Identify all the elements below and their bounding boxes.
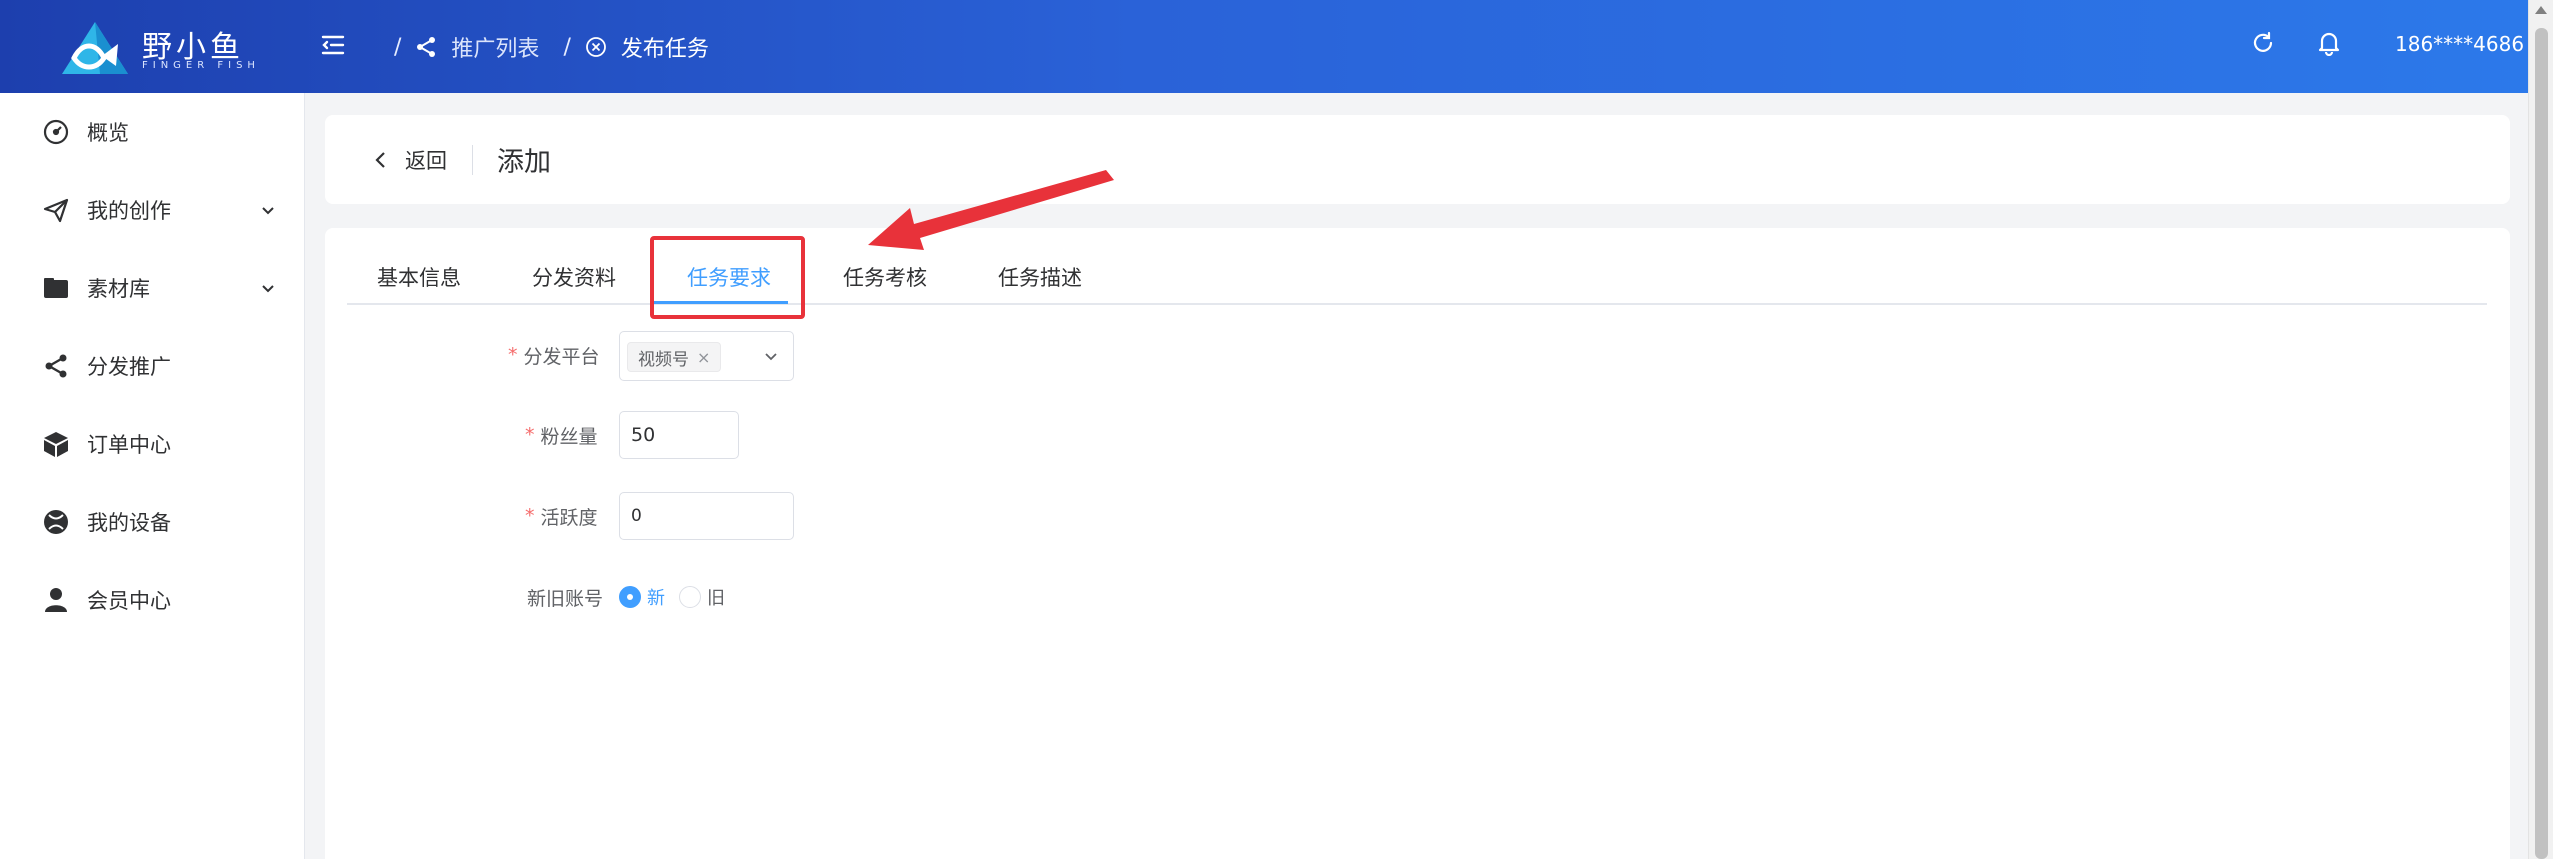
page-scrollbar[interactable] xyxy=(2528,0,2553,859)
sidebar-item-label: 概览 xyxy=(87,121,129,145)
menu-fold-icon[interactable] xyxy=(320,32,350,62)
close-circle-icon xyxy=(585,37,606,57)
fans-input[interactable]: 50 xyxy=(619,411,739,459)
field-label: 分发平台 xyxy=(523,345,600,368)
tab-distribution-material[interactable]: 分发资料 xyxy=(532,262,616,292)
radio-dot xyxy=(619,586,641,608)
back-label: 返回 xyxy=(405,149,447,173)
send-icon xyxy=(43,198,69,223)
chevron-down-icon xyxy=(262,207,274,215)
form-row-account-age: 新旧账号 新 旧 xyxy=(325,573,1525,629)
sidebar-item-label: 我的设备 xyxy=(87,511,171,535)
folder-icon xyxy=(44,278,68,298)
breadcrumb-publish-task[interactable]: 发布任务 xyxy=(585,31,709,63)
field-label: 新旧账号 xyxy=(527,587,604,610)
tab-basic-info[interactable]: 基本信息 xyxy=(377,262,461,292)
share-icon xyxy=(45,354,67,378)
tab-bar: 基本信息 分发资料 任务要求 任务考核 任务描述 xyxy=(347,228,2487,305)
form-row-fans: * 粉丝量 50 xyxy=(325,411,1525,467)
tag-close-icon[interactable]: × xyxy=(697,348,710,367)
tab-task-requirements[interactable]: 任务要求 xyxy=(687,262,771,292)
sidebar-item-label: 分发推广 xyxy=(87,355,171,379)
platform-select[interactable]: 视频号 × xyxy=(619,331,794,381)
sidebar-item-label: 我的创作 xyxy=(87,199,171,223)
chevron-down-icon xyxy=(765,353,777,361)
device-icon xyxy=(44,510,68,534)
breadcrumb-separator: / xyxy=(394,34,402,60)
top-header: 野小鱼 FINGER FISH / 推广列表 / 发布任务 186****468… xyxy=(0,0,2528,93)
breadcrumb-label: 推广列表 xyxy=(451,37,540,62)
back-button[interactable]: 返回 xyxy=(373,145,447,175)
sidebar-item-overview[interactable]: 概览 xyxy=(0,93,305,171)
radio-label: 旧 xyxy=(707,588,725,609)
required-asterisk: * xyxy=(525,505,535,527)
divider xyxy=(472,145,473,175)
sidebar-item-material-library[interactable]: 素材库 xyxy=(0,249,305,327)
radio-dot xyxy=(679,586,701,608)
sidebar-item-label: 素材库 xyxy=(87,277,150,301)
sidebar-item-distribution[interactable]: 分发推广 xyxy=(0,327,305,405)
radio-old[interactable]: 旧 xyxy=(679,584,725,610)
selected-platform-tag: 视频号 × xyxy=(627,342,722,372)
radio-new[interactable]: 新 xyxy=(619,584,665,610)
breadcrumb-separator: / xyxy=(563,34,571,60)
page-header-card: 返回 添加 xyxy=(325,115,2510,204)
fish-logo-icon xyxy=(62,22,128,74)
required-asterisk: * xyxy=(525,424,535,446)
active-tab-indicator xyxy=(653,301,788,304)
sidebar-item-label: 会员中心 xyxy=(87,589,171,613)
sidebar: 概览 我的创作 素材库 分发推广 订单中心 我的设备 会员中心 xyxy=(0,93,305,859)
form-card: 基本信息 分发资料 任务要求 任务考核 任务描述 * 分发平台 视频号 × * … xyxy=(325,228,2510,859)
sidebar-item-member-center[interactable]: 会员中心 xyxy=(0,561,305,639)
logo[interactable]: 野小鱼 FINGER FISH xyxy=(60,20,260,76)
scrollbar-thumb[interactable] xyxy=(2535,28,2548,859)
share-icon xyxy=(417,37,436,57)
tab-task-description[interactable]: 任务描述 xyxy=(998,262,1082,292)
user-account-name[interactable]: 186****4686 xyxy=(2395,32,2524,56)
user-icon xyxy=(45,588,67,612)
activity-input[interactable]: 0 xyxy=(619,492,794,540)
refresh-icon[interactable] xyxy=(2250,30,2280,60)
form-row-activity: * 活跃度 0 xyxy=(325,492,1525,548)
dashboard-icon xyxy=(43,119,69,145)
page-title: 添加 xyxy=(497,147,551,178)
scroll-up-icon[interactable] xyxy=(2535,6,2547,14)
form-row-platform: * 分发平台 视频号 × xyxy=(325,331,1525,387)
breadcrumb-promo-list[interactable]: 推广列表 xyxy=(415,31,539,63)
field-label: 粉丝量 xyxy=(540,425,598,448)
required-asterisk: * xyxy=(508,344,518,366)
chevron-left-icon xyxy=(375,152,385,168)
sidebar-item-orders[interactable]: 订单中心 xyxy=(0,405,305,483)
radio-label: 新 xyxy=(647,588,665,609)
account-age-radio-group: 新 旧 xyxy=(619,573,739,621)
sidebar-item-my-creation[interactable]: 我的创作 xyxy=(0,171,305,249)
brand-subtitle: FINGER FISH xyxy=(142,60,260,71)
sidebar-item-label: 订单中心 xyxy=(87,433,171,457)
breadcrumb-label: 发布任务 xyxy=(620,37,709,62)
box-icon xyxy=(44,432,68,457)
chevron-down-icon xyxy=(262,285,274,293)
sidebar-item-my-devices[interactable]: 我的设备 xyxy=(0,483,305,561)
field-label: 活跃度 xyxy=(540,506,598,529)
breadcrumb: / 推广列表 / 发布任务 xyxy=(390,30,709,64)
bell-icon[interactable] xyxy=(2316,30,2346,60)
tab-task-assessment[interactable]: 任务考核 xyxy=(843,262,927,292)
tag-label: 视频号 xyxy=(638,349,689,370)
